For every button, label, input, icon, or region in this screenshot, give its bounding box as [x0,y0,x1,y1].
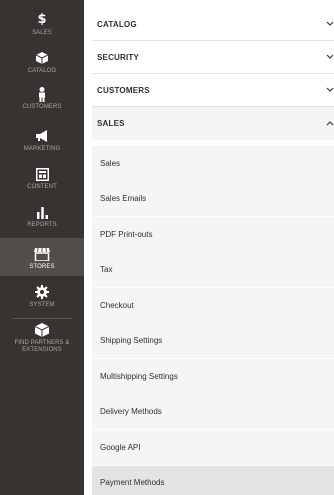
sales-item-checkout[interactable]: Checkout [92,288,334,323]
link-label: PDF Print-outs [100,230,153,239]
link-label: Checkout [100,301,134,310]
sales-item-sales[interactable]: Sales [92,146,334,181]
sales-item-tax[interactable]: Tax [92,252,334,287]
menu-item-label: FIND PARTNERS & EXTENSIONS [14,340,70,353]
person-icon [37,86,47,102]
menu-item-catalog[interactable]: CATALOG [0,50,84,76]
menu-item-label: SALES [32,30,52,36]
sales-item-shipping-settings[interactable]: Shipping Settings [92,323,334,358]
menu-item-label: CONTENT [27,184,57,190]
menu-item-label: MARKETING [23,146,61,152]
menu-item-stores[interactable]: STORES [0,238,84,276]
menu-item-sales[interactable]: $ SALES [0,12,84,38]
chevron-down-icon [326,86,334,95]
sales-item-delivery-methods[interactable]: Delivery Methods [92,394,334,429]
storefront-icon [34,246,50,262]
config-tabs-panel: CATALOG SECURITY CUSTOMERS SALES Sales S… [92,0,334,495]
menu-item-label: CUSTOMERS [22,104,62,110]
section-sales[interactable]: SALES [92,107,334,140]
menu-item-label: STORES [29,264,55,270]
menu-item-label: CATALOG [27,68,57,74]
section-catalog[interactable]: CATALOG [92,8,334,41]
section-title: SALES [97,119,125,128]
sales-item-multishipping-settings[interactable]: Multishipping Settings [92,359,334,394]
link-label: Sales [100,159,121,168]
link-label: Shipping Settings [100,336,163,345]
panel-gutter [84,0,92,495]
sales-item-sales-emails[interactable]: Sales Emails [92,181,334,216]
link-label: Tax [100,265,113,274]
link-label: Multishipping Settings [100,372,178,381]
link-label: Payment Methods [100,478,165,487]
bar-chart-icon [36,204,49,220]
megaphone-icon [35,128,49,144]
menu-item-label: SYSTEM [29,302,55,308]
link-label: Delivery Methods [100,407,162,416]
sales-item-google-api[interactable]: Google API [92,430,334,465]
admin-sidebar: $ SALES CATALOG CUSTOMERS MARKETING CONT… [0,0,84,495]
menu-item-reports[interactable]: REPORTS [0,204,84,232]
menu-item-label: REPORTS [27,222,57,228]
section-security[interactable]: SECURITY [92,41,334,74]
dollar-icon: $ [37,12,47,27]
section-title: SECURITY [97,52,140,62]
chevron-down-icon [326,53,334,62]
layout-icon [35,166,49,182]
menu-item-marketing[interactable]: MARKETING [0,128,84,156]
menu-item-system[interactable]: SYSTEM [0,284,84,312]
section-title: CUSTOMERS [97,85,150,95]
link-label: Google API [100,443,141,452]
chevron-down-icon [326,20,334,29]
menu-item-content[interactable]: CONTENT [0,166,84,194]
gear-icon [35,284,49,300]
sales-item-payment-methods[interactable]: Payment Methods [92,466,334,495]
chevron-up-icon [326,119,334,128]
menu-divider [12,318,72,319]
link-label: Sales Emails [100,194,147,203]
section-title: CATALOG [97,19,137,29]
sales-item-pdf-printouts[interactable]: PDF Print-outs [92,217,334,252]
section-customers[interactable]: CUSTOMERS [92,74,334,107]
menu-item-customers[interactable]: CUSTOMERS [0,86,84,116]
box-icon [36,50,48,66]
menu-item-find-partners[interactable]: FIND PARTNERS & EXTENSIONS [0,322,84,362]
cube-icon [35,322,49,338]
